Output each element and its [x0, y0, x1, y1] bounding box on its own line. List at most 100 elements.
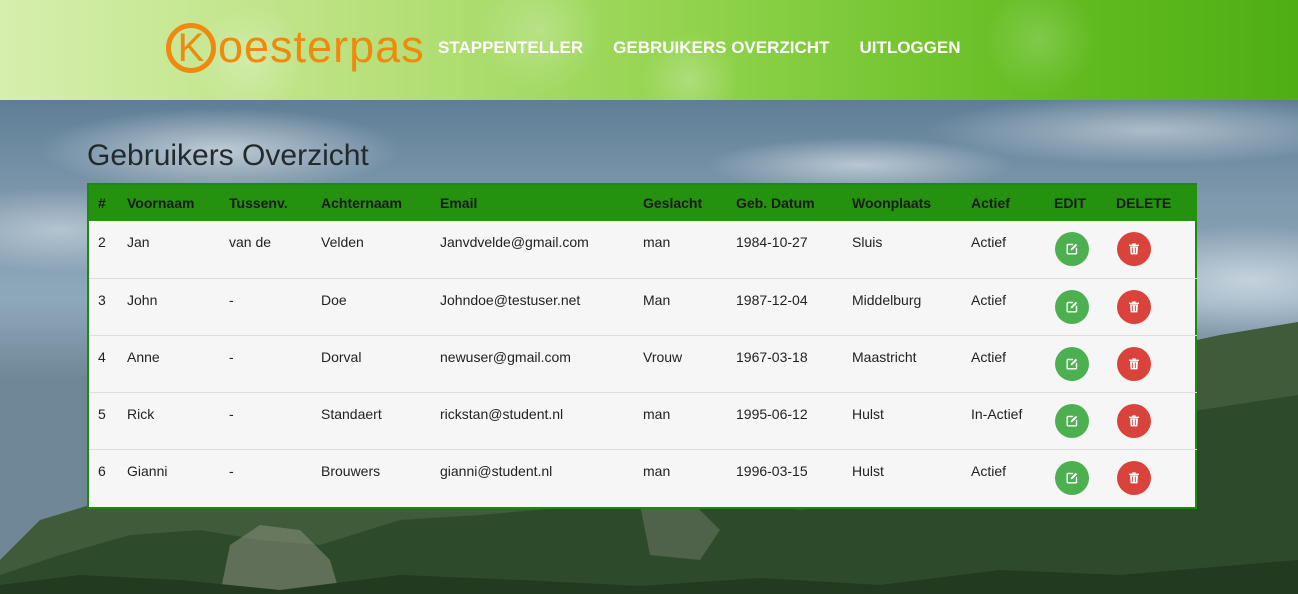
cell-voornaam: Gianni — [127, 462, 168, 479]
trash-icon — [1129, 357, 1139, 369]
cell-delete — [1107, 335, 1197, 392]
edit-icon — [1066, 301, 1078, 312]
cell-geb-datum: 1967-03-18 — [736, 348, 808, 365]
delete-button[interactable] — [1117, 232, 1151, 266]
edit-icon — [1066, 472, 1078, 483]
col-header-voornaam: Voornaam — [127, 195, 195, 211]
cell-voornaam: Anne — [127, 348, 160, 365]
col-header-delete: DELETE — [1116, 195, 1172, 211]
cell-geslacht: Vrouw — [643, 348, 683, 365]
site-header: K oesterpas STAPPENTELLER GEBRUIKERS OVE… — [0, 0, 1298, 100]
cell-voornaam: Rick — [127, 405, 155, 422]
table-row: 2 Jan van de Velden Janvdvelde@gmail.com… — [89, 221, 1197, 278]
table-row: 3 John - Doe Johndoe@testuser.net Man 19… — [89, 278, 1197, 335]
cell-edit — [1045, 221, 1107, 278]
cell-email: newuser@gmail.com — [440, 348, 571, 365]
table-row: 4 Anne - Dorval newuser@gmail.com Vrouw … — [89, 335, 1197, 392]
cell-woonplaats: Hulst — [852, 462, 884, 479]
cell-voornaam: John — [127, 291, 158, 308]
cell-achternaam: Velden — [321, 234, 364, 250]
col-header-achternaam: Achternaam — [321, 195, 402, 211]
logo-k-circle: K — [166, 23, 216, 73]
edit-button[interactable] — [1055, 289, 1089, 324]
col-header-woonplaats: Woonplaats — [852, 195, 932, 211]
cell-email: Janvdvelde@gmail.com — [440, 234, 589, 250]
nav-gebruikers-overzicht[interactable]: GEBRUIKERS OVERZICHT — [613, 38, 829, 58]
col-header-tussenv: Tussenv. — [229, 195, 288, 211]
trash-icon — [1129, 300, 1139, 312]
col-header-email: Email — [440, 195, 478, 211]
trash-icon — [1129, 471, 1139, 483]
col-header-geb-datum: Geb. Datum — [736, 195, 815, 211]
edit-button[interactable] — [1055, 346, 1089, 381]
cell-actief: In-Actief — [971, 405, 1023, 422]
cell-achternaam: Standaert — [321, 405, 382, 422]
cell-id: 3 — [98, 291, 106, 308]
users-table-container: # Voornaam Tussenv. Achternaam Email Ges… — [87, 183, 1197, 509]
cell-edit — [1045, 449, 1107, 506]
cell-geb-datum: 1995-06-12 — [736, 405, 808, 422]
table-header-row: # Voornaam Tussenv. Achternaam Email Ges… — [89, 185, 1197, 221]
cell-email: Johndoe@testuser.net — [440, 291, 581, 308]
cell-delete — [1107, 221, 1197, 278]
cell-actief: Actief — [971, 348, 1007, 365]
edit-icon — [1066, 243, 1078, 255]
edit-icon — [1066, 415, 1078, 426]
edit-button[interactable] — [1055, 460, 1089, 495]
table-row: 6 Gianni - Brouwers gianni@student.nl ma… — [89, 449, 1197, 506]
cell-woonplaats: Hulst — [852, 405, 884, 422]
cell-edit — [1045, 278, 1107, 335]
cell-tussenv: - — [229, 462, 234, 479]
cell-delete — [1107, 392, 1197, 449]
delete-button[interactable] — [1117, 460, 1151, 495]
col-header-id: # — [98, 195, 106, 211]
col-header-actief: Actief — [971, 195, 1010, 211]
cell-delete — [1107, 449, 1197, 506]
cell-geslacht: Man — [643, 291, 671, 308]
nav-uitloggen[interactable]: UITLOGGEN — [859, 38, 960, 58]
cell-email: rickstan@student.nl — [440, 405, 564, 422]
cell-voornaam: Jan — [127, 234, 150, 250]
cell-delete — [1107, 278, 1197, 335]
cell-id: 4 — [98, 348, 106, 365]
cell-achternaam: Dorval — [321, 348, 362, 365]
cell-geb-datum: 1987-12-04 — [736, 291, 808, 308]
cell-geslacht: man — [643, 405, 671, 422]
koesterpas-logo[interactable]: K oesterpas — [166, 18, 425, 78]
cell-achternaam: Brouwers — [321, 462, 381, 479]
cell-actief: Actief — [971, 462, 1007, 479]
cell-tussenv: - — [229, 291, 234, 308]
cell-geb-datum: 1996-03-15 — [736, 462, 808, 479]
cell-geslacht: man — [643, 462, 671, 479]
cell-id: 6 — [98, 462, 106, 479]
delete-button[interactable] — [1117, 289, 1151, 324]
cell-edit — [1045, 392, 1107, 449]
cell-woonplaats: Maastricht — [852, 348, 917, 365]
cell-geslacht: man — [643, 234, 671, 250]
cell-actief: Actief — [971, 234, 1007, 250]
nav-stappenteller[interactable]: STAPPENTELLER — [438, 38, 583, 58]
page-title: Gebruikers Overzicht — [87, 139, 369, 172]
logo-text: oesterpas — [218, 20, 425, 72]
delete-button[interactable] — [1117, 346, 1151, 381]
col-header-geslacht: Geslacht — [643, 195, 703, 211]
cell-tussenv: - — [229, 405, 234, 422]
main-nav: STAPPENTELLER GEBRUIKERS OVERZICHT UITLO… — [438, 38, 991, 58]
cell-geb-datum: 1984-10-27 — [736, 234, 808, 250]
cell-woonplaats: Sluis — [852, 234, 883, 250]
trash-icon — [1129, 243, 1139, 255]
edit-button[interactable] — [1055, 232, 1089, 266]
cell-tussenv: - — [229, 348, 234, 365]
trash-icon — [1129, 414, 1139, 426]
cell-actief: Actief — [971, 291, 1007, 308]
cell-edit — [1045, 335, 1107, 392]
edit-button[interactable] — [1055, 403, 1089, 438]
cell-id: 2 — [98, 234, 106, 250]
users-table: # Voornaam Tussenv. Achternaam Email Ges… — [89, 185, 1197, 506]
cell-tussenv: van de — [229, 234, 272, 250]
cell-id: 5 — [98, 405, 106, 422]
cell-woonplaats: Middelburg — [852, 291, 922, 308]
cell-achternaam: Doe — [321, 291, 347, 308]
cell-email: gianni@student.nl — [440, 462, 553, 479]
delete-button[interactable] — [1117, 403, 1151, 438]
